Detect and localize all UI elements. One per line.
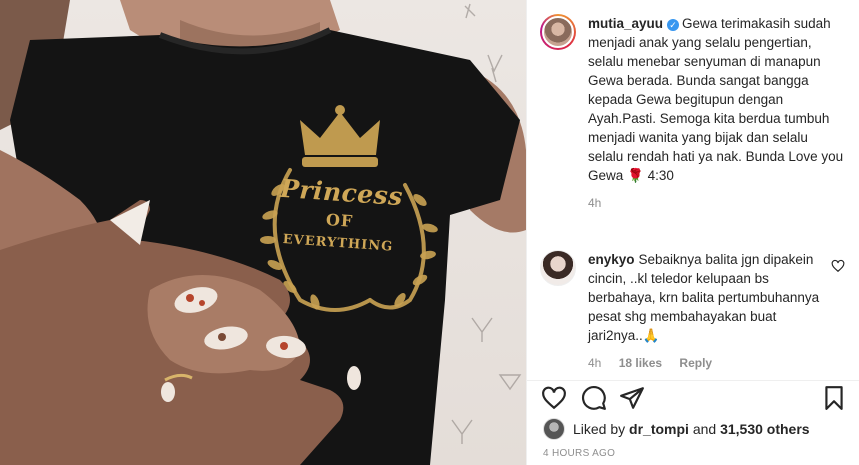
post-photo[interactable]: Princess OF EVERYTHING xyxy=(0,0,526,465)
instagram-post: Princess OF EVERYTHING mutia_ayuu ✓ Gewa t… xyxy=(0,0,859,465)
send-icon[interactable] xyxy=(619,385,645,411)
comment: enykyo Sebaiknya balita jgn dipakein cinc… xyxy=(540,250,845,373)
caption-meta: 4h xyxy=(588,194,845,213)
caption-time[interactable]: 4h xyxy=(588,196,601,210)
liked-by-prefix: Liked by xyxy=(573,421,626,437)
author-username[interactable]: mutia_ayuu xyxy=(588,16,663,31)
action-bar xyxy=(527,380,859,414)
liker-avatar[interactable] xyxy=(543,418,565,440)
likes-count[interactable]: 31,530 others xyxy=(720,421,810,437)
heart-icon[interactable] xyxy=(541,385,567,411)
caption-body: mutia_ayuu ✓ Gewa terimakasih sudah menjad… xyxy=(588,14,845,213)
caption-text: Gewa terimakasih sudah menjadi anak yang… xyxy=(588,16,844,183)
bookmark-icon[interactable] xyxy=(821,385,847,411)
commenter-avatar[interactable] xyxy=(540,250,576,286)
author-avatar[interactable] xyxy=(540,14,576,50)
comment-reply-button[interactable]: Reply xyxy=(679,356,712,370)
verified-badge-icon: ✓ xyxy=(667,19,680,31)
comment-body: enykyo Sebaiknya balita jgn dipakein cinc… xyxy=(588,250,833,373)
caption: mutia_ayuu ✓ Gewa terimakasih sudah menjad… xyxy=(540,14,845,213)
liked-by-conjunction: and xyxy=(692,421,717,437)
liker-username[interactable]: dr_tompi xyxy=(629,421,689,437)
author-avatar-image xyxy=(542,16,574,48)
comment-time[interactable]: 4h xyxy=(588,356,601,370)
comment-heart-icon[interactable] xyxy=(831,259,845,273)
post-timestamp[interactable]: 4 HOURS AGO xyxy=(543,448,615,459)
commenter-username[interactable]: enykyo xyxy=(588,252,635,267)
comment-meta: 4h 18 likes Reply xyxy=(588,354,833,373)
shirt-print-text: Princess OF EVERYTHING xyxy=(258,173,423,257)
post-side-panel: mutia_ayuu ✓ Gewa terimakasih sudah menjad… xyxy=(526,0,859,465)
comment-icon[interactable] xyxy=(581,385,607,411)
comment-likes[interactable]: 18 likes xyxy=(619,356,662,370)
liked-by: Liked by dr_tompi and 31,530 others xyxy=(543,418,810,440)
